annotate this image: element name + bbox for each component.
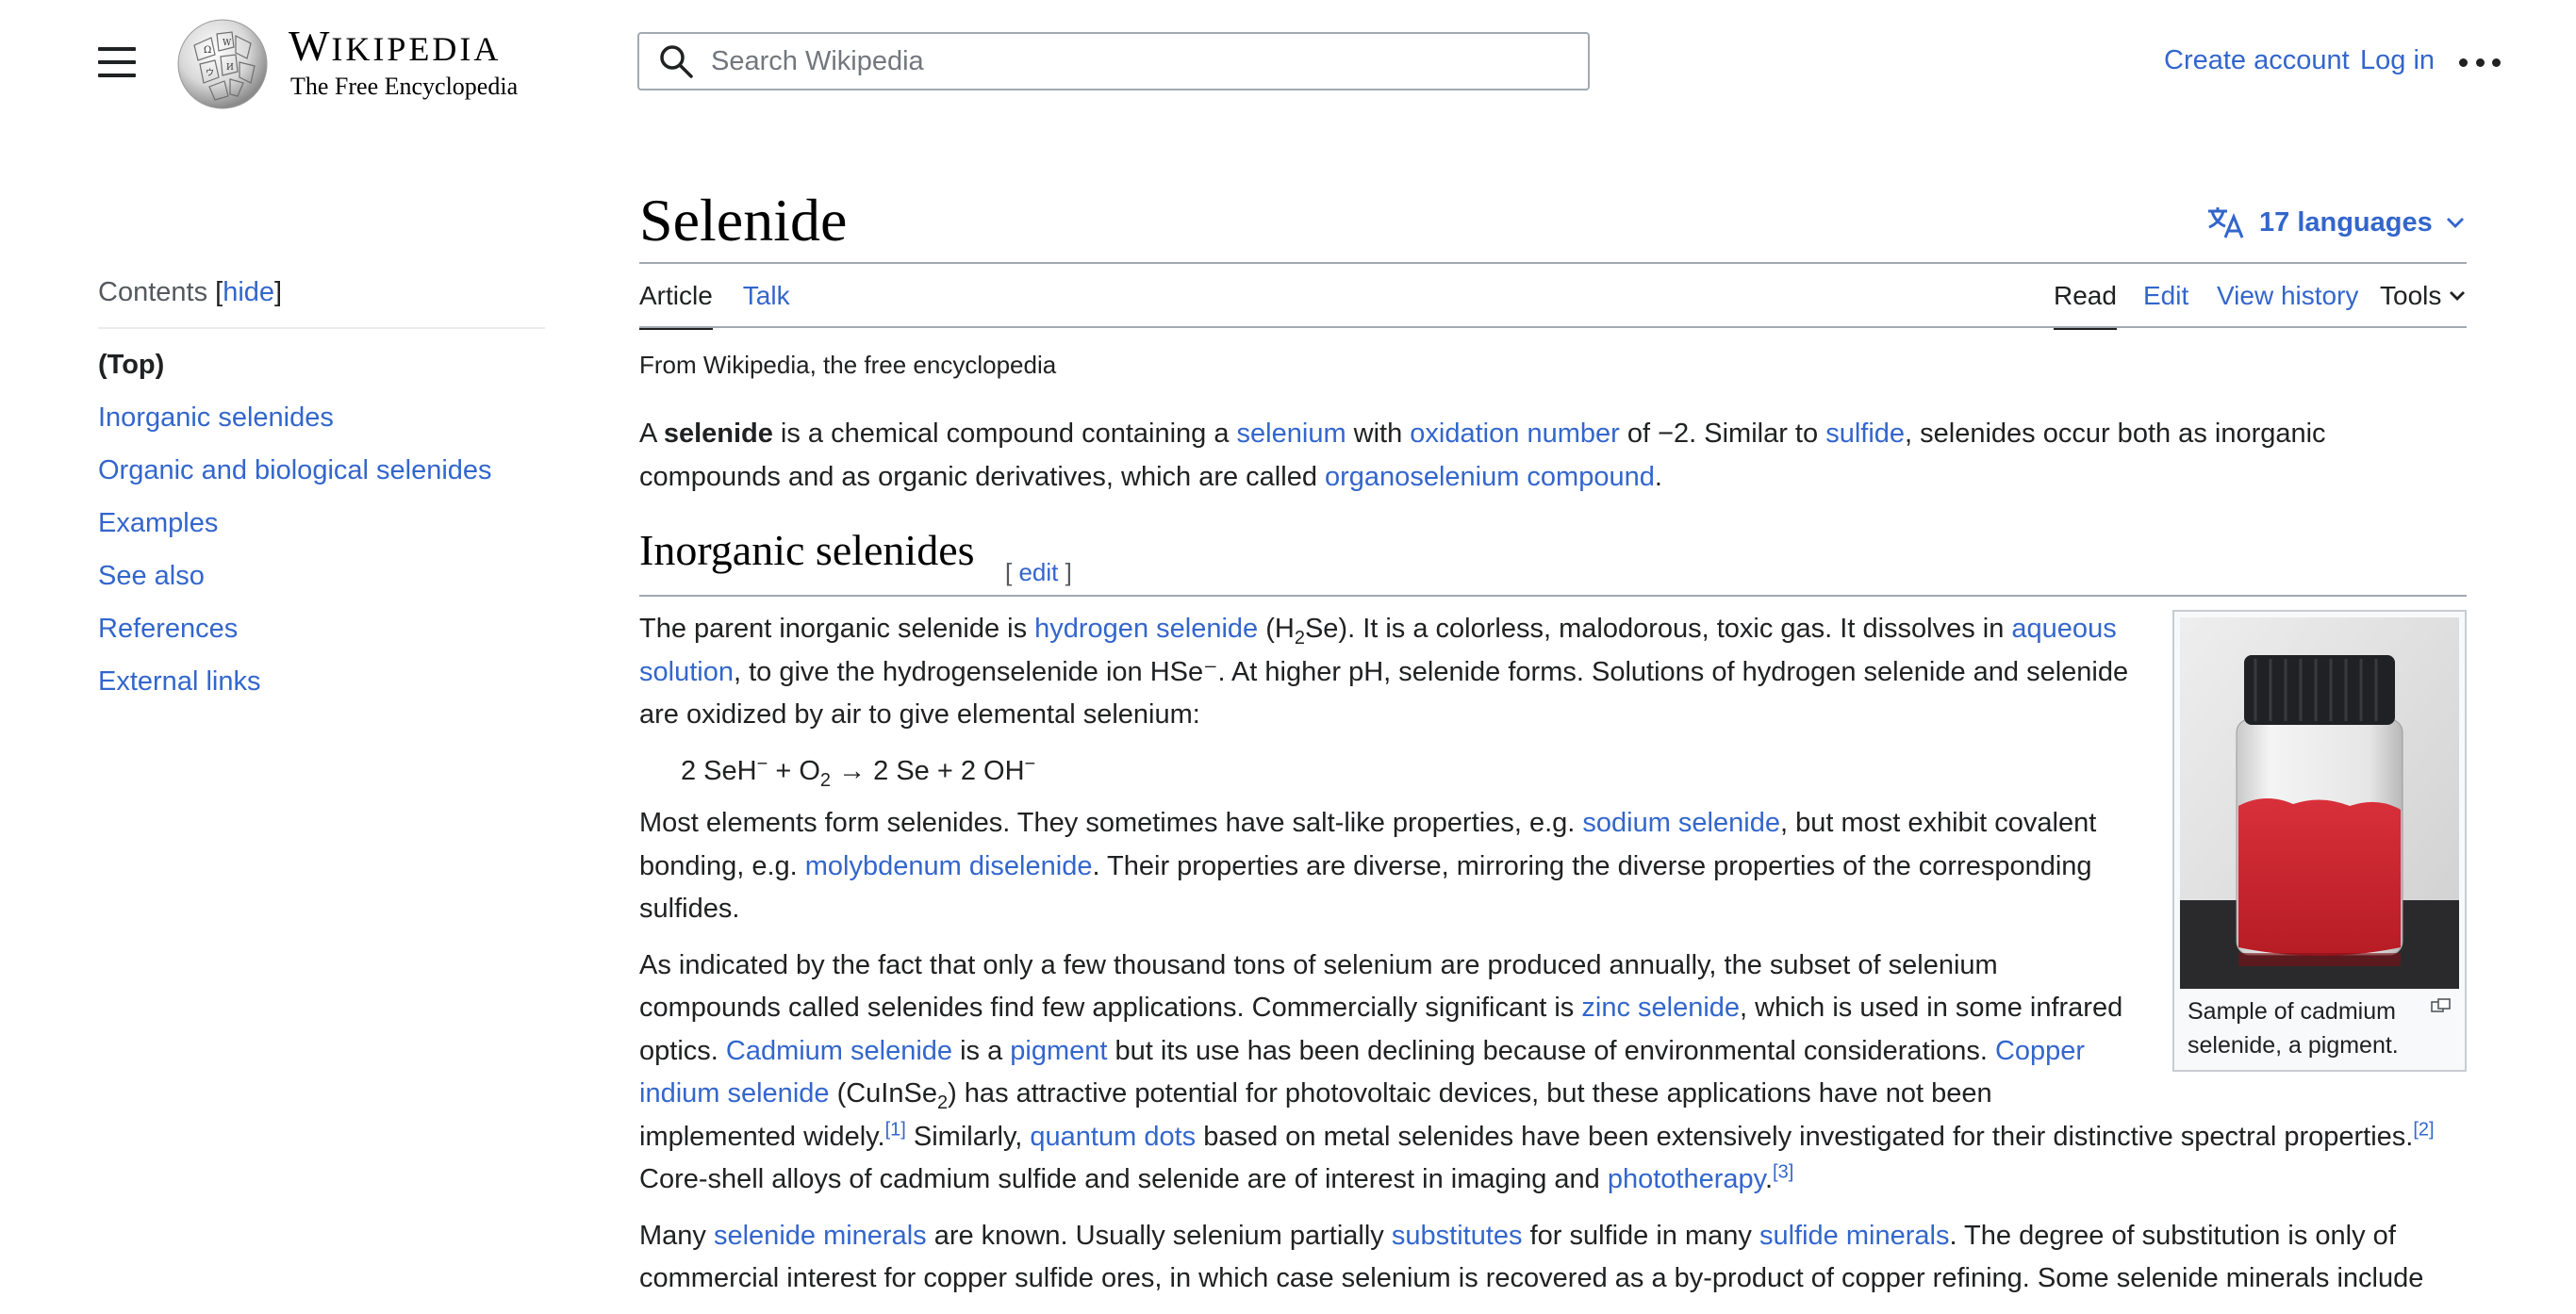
wikipedia-globe-logo[interactable]: Ω W И ウ: [175, 17, 270, 111]
link-selenide-minerals[interactable]: selenide minerals: [714, 1221, 927, 1251]
link-oxidation-number[interactable]: oxidation number: [1410, 419, 1619, 449]
citation-3[interactable]: [3]: [1773, 1161, 1793, 1182]
section-edit: [ edit ]: [1005, 558, 1072, 586]
figure-caption: Sample of cadmium selenide, a pigment.: [2180, 989, 2459, 1062]
tabs-divider: [639, 326, 2467, 328]
toc-item-inorganic-selenides[interactable]: Inorganic selenides: [98, 402, 334, 433]
toc-title: Contents: [98, 277, 208, 307]
toc-item-organic-biological-selenides[interactable]: Organic and biological selenides: [98, 455, 492, 485]
page-title: Selenide: [639, 187, 848, 254]
translate-icon: [2208, 207, 2244, 238]
toc-item-external-links[interactable]: External links: [98, 666, 260, 697]
link-substitutes[interactable]: substitutes: [1392, 1221, 1523, 1251]
tools-label: Tools: [2380, 281, 2442, 310]
search-box[interactable]: [637, 32, 1590, 90]
section-heading-row: Inorganic selenides [ edit ]: [639, 519, 2467, 597]
link-sulfide[interactable]: sulfide: [1825, 419, 1905, 449]
svg-text:W: W: [223, 39, 232, 48]
toc-hide-toggle[interactable]: hide: [223, 277, 274, 307]
tab-talk[interactable]: Talk: [743, 281, 790, 330]
cadmium-selenide-vial-image[interactable]: [2180, 617, 2459, 989]
tab-article[interactable]: Article: [639, 281, 713, 330]
bold-term: selenide: [663, 419, 773, 449]
link-sulfide-minerals[interactable]: sulfide minerals: [1759, 1221, 1949, 1251]
chevron-down-icon: [2450, 291, 2466, 301]
svg-text:И: И: [226, 63, 234, 73]
tab-view-history[interactable]: View history: [2217, 281, 2358, 326]
search-input[interactable]: [709, 44, 1543, 78]
namespace-tabs: Article Talk: [639, 281, 790, 330]
enlarge-icon[interactable]: [2431, 998, 2452, 1013]
search-icon: [660, 45, 693, 78]
link-molybdenum-diselenide[interactable]: molybdenum diselenide: [805, 851, 1093, 881]
paragraph-selenide-minerals: Many selenide minerals are known. Usuall…: [639, 1220, 2424, 1294]
link-phototherapy[interactable]: phototherapy: [1608, 1164, 1765, 1194]
link-quantum-dots[interactable]: quantum dots: [1030, 1122, 1196, 1152]
site-subtitle: From Wikipedia, the free encyclopedia: [639, 351, 1057, 379]
toc-header: Contents [hide]: [98, 277, 545, 329]
title-divider: [639, 262, 2467, 264]
tab-read[interactable]: Read: [2054, 281, 2117, 330]
toc-item-references[interactable]: References: [98, 614, 238, 644]
tab-edit[interactable]: Edit: [2143, 281, 2188, 326]
citation-1[interactable]: [1]: [885, 1119, 906, 1140]
create-account-link[interactable]: Create account: [2164, 45, 2350, 76]
link-hydrogen-selenide[interactable]: hydrogen selenide: [1034, 614, 1258, 644]
tools-dropdown[interactable]: Tools: [2380, 281, 2466, 311]
toc-item-top[interactable]: (Top): [98, 348, 545, 382]
svg-text:ウ: ウ: [206, 68, 214, 78]
table-of-contents: Contents [hide] (Top) Inorganic selenide…: [98, 277, 545, 698]
language-selector-button[interactable]: 17 languages: [2206, 205, 2465, 239]
link-cadmium-selenide[interactable]: Cadmium selenide: [726, 1036, 952, 1066]
toc-item-see-also[interactable]: See also: [98, 561, 205, 591]
wordmark-tagline: The Free Encyclopedia: [290, 73, 519, 100]
intro-paragraph: A selenide is a chemical compound contai…: [639, 419, 2326, 492]
toc-item-examples[interactable]: Examples: [98, 508, 218, 538]
wikipedia-wordmark[interactable]: WIKIPEDIA The Free Encyclopedia: [289, 23, 518, 101]
citation-2[interactable]: [2]: [2413, 1119, 2434, 1140]
main-menu-button[interactable]: [98, 47, 136, 77]
log-in-link[interactable]: Log in: [2360, 45, 2435, 76]
link-selenium[interactable]: selenium: [1237, 419, 1346, 449]
link-zinc-selenide[interactable]: zinc selenide: [1581, 993, 1740, 1023]
figure-cadmium-selenide: Sample of cadmium selenide, a pigment.: [2172, 610, 2467, 1072]
section-edit-link[interactable]: edit: [1018, 558, 1058, 586]
link-sodium-selenide[interactable]: sodium selenide: [1582, 808, 1780, 838]
language-count-label: 17 languages: [2259, 206, 2433, 238]
hamburger-menu-icon: [98, 47, 136, 51]
article-body: A selenide is a chemical compound contai…: [639, 413, 2467, 1314]
section-heading-inorganic-selenides: Inorganic selenides: [639, 526, 975, 574]
svg-text:Ω: Ω: [204, 45, 211, 56]
link-pigment[interactable]: pigment: [1010, 1036, 1107, 1066]
chevron-down-icon: [2446, 218, 2464, 228]
more-options-icon[interactable]: [2459, 53, 2501, 72]
link-organoselenium-compound[interactable]: organoselenium compound: [1325, 462, 1655, 492]
